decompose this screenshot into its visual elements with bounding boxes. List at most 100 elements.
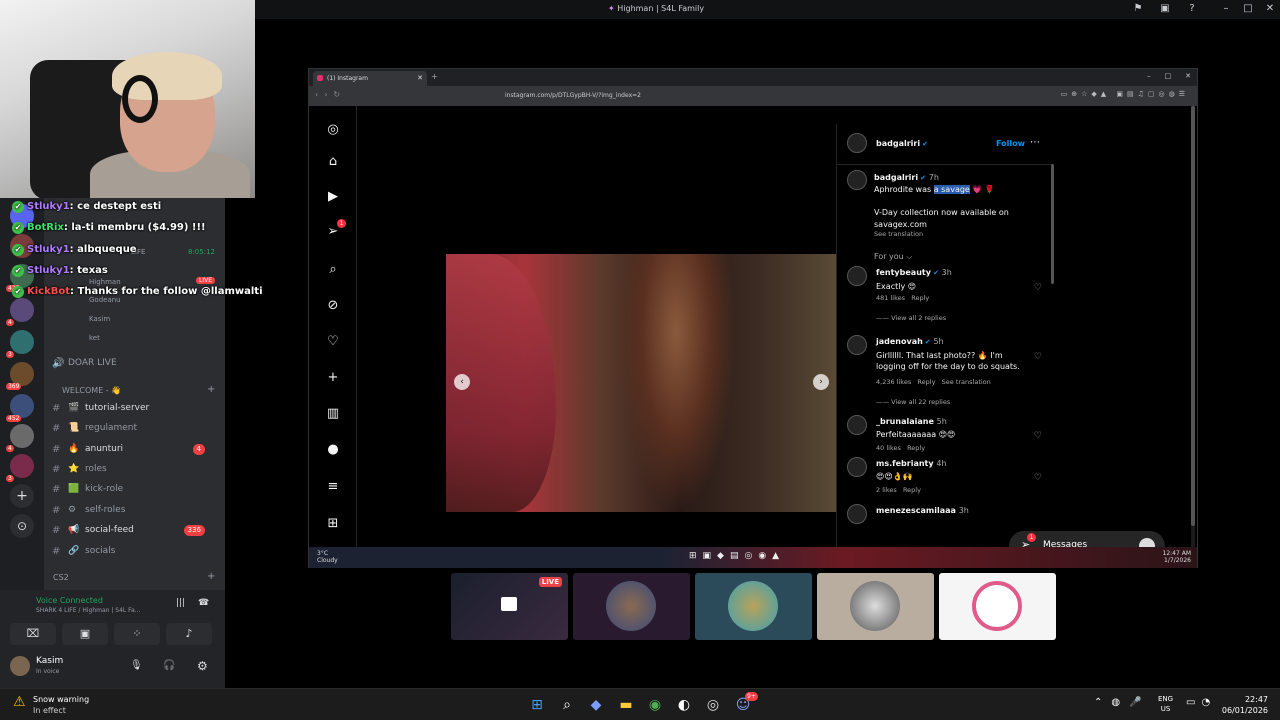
channel-tutorial-server[interactable]: # 🎬 tutorial-server [52,400,215,416]
comment-author[interactable]: _brunalaiane 5h [876,417,947,426]
weather-title[interactable]: Snow warning [33,695,89,704]
obs-icon[interactable]: ◎ [704,696,722,714]
comment-likes[interactable]: 2 likes [876,486,897,494]
browser-tab[interactable]: (1) Instagram ✕ [313,71,427,86]
comment-likes[interactable]: 4,236 likes [876,378,911,386]
avatar[interactable] [847,266,867,286]
close-tab-icon[interactable]: ✕ [417,74,423,82]
reply-link[interactable]: Reply [907,444,925,452]
explore-icon[interactable]: ⊘ [325,298,341,314]
channel-self-roles[interactable]: # ⚙ self-roles [52,502,215,518]
discord-icon[interactable]: ☺ 9+ [734,692,758,714]
language-indicator[interactable]: ENG US [1158,694,1173,714]
maximize-icon[interactable]: □ [1165,72,1172,80]
view-replies-link[interactable]: —— View all 2 replies [876,314,946,322]
like-heart-icon[interactable]: ♡ [1034,352,1042,362]
chat-username[interactable]: Stluky1 [27,265,70,276]
chat-username[interactable]: KickBot [27,286,70,297]
channel-roles[interactable]: # ⭐ roles [52,461,215,477]
activities-button[interactable]: ⁘ [114,623,160,645]
new-tab-icon[interactable]: + [431,72,438,81]
category-cs2[interactable]: CS2 [53,573,69,582]
stream-thumbnail[interactable]: LIVE [451,573,568,640]
comment-author[interactable]: fentybeauty ✔ 3h [876,268,952,277]
home-icon[interactable]: ⌂ [325,154,341,170]
reply-link[interactable]: Reply [917,378,935,386]
insights-icon[interactable]: ▥ [325,406,341,422]
stream-thumbnail[interactable] [573,573,690,640]
chat-username[interactable]: Stluky1 [27,244,70,255]
server-icon[interactable]: 4 [6,424,34,452]
caption-link[interactable]: savagex.com [874,220,927,229]
member-item[interactable]: Highman [89,278,121,286]
avatar[interactable] [847,133,867,153]
category-welcome[interactable]: WELCOME - 👋 [62,386,121,395]
server-icon[interactable]: 3 [6,454,34,482]
page-scrollbar[interactable] [1191,106,1195,547]
minimize-icon[interactable]: – [1147,72,1151,80]
system-tray[interactable]: ⌃◍🎤 [1094,697,1151,708]
create-icon[interactable]: + [325,370,341,386]
headphones-icon[interactable]: 🎧 [163,660,175,671]
chat-username[interactable]: Stluky1 [27,201,70,212]
comment-likes[interactable]: 481 likes [876,294,905,302]
reels-icon[interactable]: ▶ [325,189,341,205]
comments-scrollbar[interactable] [1051,164,1054,284]
heart-icon[interactable]: ♡ [325,334,341,350]
extension-icons[interactable]: ▭⊕☆◆▲ ▣▤♫▢◎◍☰ [1061,90,1189,98]
microphone-icon[interactable]: 🎙 [130,660,143,671]
post-author[interactable]: badgalriri ✔ [876,139,928,148]
voice-levels-icon[interactable]: ||| [176,598,185,608]
disconnect-icon[interactable]: ☎ [198,598,209,608]
help-icon[interactable]: ? [1186,3,1198,15]
like-heart-icon[interactable]: ♡ [1034,283,1042,293]
inbox-icon[interactable]: ▣ [1159,3,1171,15]
follow-button[interactable]: Follow [996,139,1025,148]
stream-thumbnail[interactable] [817,573,934,640]
add-channel-icon[interactable]: + [207,384,215,395]
prev-image-icon[interactable]: ‹ [454,374,470,390]
reply-link[interactable]: Reply [903,486,921,494]
flag-icon[interactable]: ⚑ [1132,3,1144,15]
next-image-icon[interactable]: › [813,374,829,390]
more-options-icon[interactable]: ⋯ [1030,137,1040,148]
close-icon[interactable]: ✕ [1264,3,1276,15]
channel-social-feed[interactable]: # 📢 social-feed 336 [52,522,215,538]
voice-channel-doar-live[interactable]: 🔊 DOAR LIVE [52,355,117,371]
stream-thumbnail[interactable] [939,573,1056,640]
add-channel-icon[interactable]: + [207,571,215,582]
menu-icon[interactable]: ≡ [325,479,341,495]
channel-socials[interactable]: # 🔗 socials [52,543,215,559]
settings-icon[interactable]: ⚙ [197,659,208,673]
direct-icon[interactable]: ➢ 1 [325,219,346,240]
channel-kick-role[interactable]: # 🟩 kick-role [52,481,215,497]
comment-author[interactable]: ms.febrianty 4h [876,459,947,468]
avatar[interactable] [10,656,30,676]
reply-link[interactable]: Reply [911,294,929,302]
close-icon[interactable]: ✕ [1185,72,1191,80]
screenshare-button[interactable]: ▣ [62,623,108,645]
network-volume-icons[interactable]: ▭◔ [1186,697,1216,708]
camera-button[interactable]: ⌧ [10,623,56,645]
warning-icon[interactable]: ⚠ [13,694,29,710]
comment-author[interactable]: jadenovah ✔ 5h [876,337,944,346]
server-icon[interactable]: 369 [6,362,34,390]
comment-author[interactable]: menezescamilaaa 3h [876,506,969,515]
steam-icon[interactable]: ◐ [675,696,693,714]
sort-dropdown[interactable]: For you ⌵ [874,252,912,262]
caption-author[interactable]: badgalriri ✔ 7h [874,173,939,182]
server-icon[interactable]: 3 [6,330,34,358]
search-icon[interactable]: ⌕ [558,696,576,714]
channel-anunturi[interactable]: # 🔥 anunturi 4 [52,441,215,457]
start-icon[interactable]: ⊞ [528,696,546,714]
member-item[interactable]: ket [89,334,100,342]
profile-icon[interactable]: ● [325,442,341,458]
file-explorer-icon[interactable]: ▬ [617,696,635,714]
member-item[interactable]: Kasim [89,315,110,323]
clock[interactable]: 22:47 06/01/2026 [1222,694,1268,716]
weather-subtitle[interactable]: In effect [33,706,66,715]
stream-thumbnail[interactable] [695,573,812,640]
maximize-icon[interactable]: □ [1242,3,1254,15]
see-translation-link[interactable]: See translation [942,378,991,386]
like-heart-icon[interactable]: ♡ [1034,473,1042,483]
